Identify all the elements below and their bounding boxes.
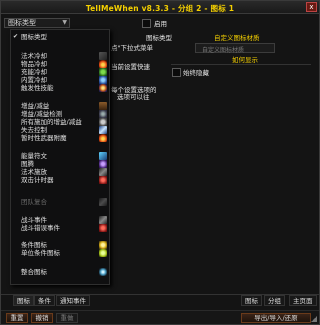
menu-item-combat-error-event[interactable]: 战斗错误事件 (15, 224, 107, 232)
icon-type-dropdown[interactable]: 图标类型 ▼ (4, 18, 70, 28)
feather-icon (99, 198, 107, 206)
purple-icon (99, 160, 107, 168)
menu-item-all-applied-buffs[interactable]: 所有施加的增益/减益 (15, 118, 107, 126)
menu-item-condition-icon[interactable]: 条件图标 (15, 241, 107, 249)
tab-notifications[interactable]: 通知事件 (56, 295, 90, 306)
menu-item-label: 增益/减益 (21, 102, 50, 110)
menu-item-icon-type[interactable]: ✔ 图标类型 (13, 33, 107, 41)
menu-item-swing-timer[interactable]: 双击计时器 (15, 176, 107, 184)
menu-item-label: 增益/减益检测 (21, 110, 63, 118)
icon-type-dropdown-value: 图标类型 (8, 19, 36, 27)
menu-item-buff-debuff-check[interactable]: 增益/减益检测 (15, 110, 107, 118)
help-text-line-1: 点"下拉式菜单 (111, 44, 153, 52)
menu-item-spell-cast[interactable]: 法术施放 (15, 168, 107, 176)
custom-texture-input[interactable]: 自定义图标材质 (195, 43, 275, 54)
texture-icon (99, 52, 107, 60)
menu-item-label: 充能冷却 (21, 68, 47, 76)
menu-item-label: 条件图标 (21, 241, 47, 249)
menu-item-label: 法术施放 (21, 168, 47, 176)
footer-bar: 重置 撤销 重做 导出/导入/还原 (1, 310, 319, 324)
feather-icon (99, 168, 107, 176)
red-icon (99, 176, 107, 184)
menu-item-charge-cooldown[interactable]: 充能冷却 (15, 68, 107, 76)
menu-item-label: 内置冷却 (21, 76, 47, 84)
tab-icon[interactable]: 图标 (13, 295, 34, 306)
tab-bar: 图标 条件 通知事件 图标 分组 主页面 (1, 294, 319, 306)
window-title: TellMeWhen v8.3.3 - 分组 2 - 图标 1 (85, 4, 235, 13)
orb-icon (99, 268, 107, 276)
redo-button: 重做 (56, 313, 78, 323)
help-text-line-2: 当前设置快速 (111, 63, 150, 71)
menu-item-unit-condition-icon[interactable]: 单位条件图标 (15, 249, 107, 257)
custom-texture-label: 自定义图标材质 (214, 34, 260, 42)
yellow2-icon (99, 249, 107, 257)
red-icon (99, 224, 107, 232)
menu-item-label: 物品冷却 (21, 60, 47, 68)
divider (171, 64, 311, 65)
menu-item-temp-weapon-enchant[interactable]: 暂时性武器附魔 (15, 134, 107, 142)
tab-main-options[interactable]: 主页面 (289, 295, 317, 306)
close-button[interactable]: x (306, 2, 317, 12)
crystal-icon (99, 152, 107, 160)
enabled-label: 启用 (154, 20, 167, 28)
title-bar[interactable]: TellMeWhen v8.3.3 - 分组 2 - 图标 1 x (1, 1, 319, 14)
fire-icon (99, 60, 107, 68)
menu-item-label: 法术冷却 (21, 52, 47, 60)
menu-item-spell-cooldown[interactable]: 法术冷却 (15, 52, 107, 60)
menu-item-label: 整合图标 (21, 268, 47, 276)
menu-item-label: 所有施加的增益/减益 (21, 118, 82, 126)
menu-item-raid-composite: 团队复合 (15, 198, 107, 206)
menu-item-label: 双击计时器 (21, 176, 54, 184)
chevron-down-icon: ▼ (62, 19, 67, 26)
menu-item-label: 触发性技能 (21, 84, 54, 92)
menu-item-label: 团队复合 (21, 198, 47, 206)
reset-button[interactable]: 重置 (6, 313, 28, 323)
menu-item-label: 能量符文 (21, 152, 47, 160)
book-icon (99, 102, 107, 110)
swirl-icon (99, 84, 107, 92)
tab-group[interactable]: 分组 (264, 295, 285, 306)
menu-item-label: 单位条件图标 (21, 249, 60, 257)
always-hide-checkbox[interactable] (172, 68, 181, 77)
import-export-button[interactable]: 导出/导入/还原 (241, 313, 311, 323)
tab-conditions[interactable]: 条件 (34, 295, 55, 306)
menu-item-internal-cooldown[interactable]: 内置冷却 (15, 76, 107, 84)
menu-item-item-cooldown[interactable]: 物品冷却 (15, 60, 107, 68)
blue-icon (99, 76, 107, 84)
feather-icon (99, 216, 107, 224)
menu-item-label: 图腾 (21, 160, 34, 168)
menu-item-combat-event[interactable]: 战斗事件 (15, 216, 107, 224)
menu-item-label: 暂时性武器附魔 (21, 134, 67, 142)
help-text-line-4: 选项可以往 (117, 93, 150, 101)
tellmewhen-window: TellMeWhen v8.3.3 - 分组 2 - 图标 1 x 图标类型 ▼… (0, 0, 320, 325)
undo-button[interactable]: 撤销 (31, 313, 53, 323)
menu-item-loss-of-control[interactable]: 失去控制 (15, 126, 107, 134)
green-icon (99, 68, 107, 76)
icon-type-menu: ✔ 图标类型 法术冷却 物品冷却 充能冷却 内置冷却 触发性技能 增益/减益 增… (10, 29, 110, 285)
fire-icon (99, 134, 107, 142)
skull-icon (99, 118, 107, 126)
resize-handle[interactable] (311, 316, 317, 322)
menu-item-label: 战斗错误事件 (21, 224, 60, 232)
menu-item-totem[interactable]: 图腾 (15, 160, 107, 168)
menu-item-runes[interactable]: 能量符文 (15, 152, 107, 160)
menu-item-label: 失去控制 (21, 126, 47, 134)
grey-icon (99, 110, 107, 118)
menu-item-label: 战斗事件 (21, 216, 47, 224)
lightning-icon (99, 126, 107, 134)
menu-item-label: 图标类型 (21, 33, 47, 41)
icon-type-label: 图标类型 (146, 34, 172, 42)
menu-item-meta-icon[interactable]: 整合图标 (15, 268, 107, 276)
check-icon: ✔ (13, 33, 19, 40)
menu-item-buff-debuff[interactable]: 增益/减益 (15, 102, 107, 110)
enabled-checkbox[interactable] (142, 19, 151, 28)
yellow-icon (99, 241, 107, 249)
tab-icon-main[interactable]: 图标 (241, 295, 262, 306)
custom-texture-placeholder: 自定义图标材质 (202, 47, 245, 54)
always-hide-label: 始终隐藏 (183, 69, 209, 77)
menu-item-reactive-ability[interactable]: 触发性技能 (15, 84, 107, 92)
